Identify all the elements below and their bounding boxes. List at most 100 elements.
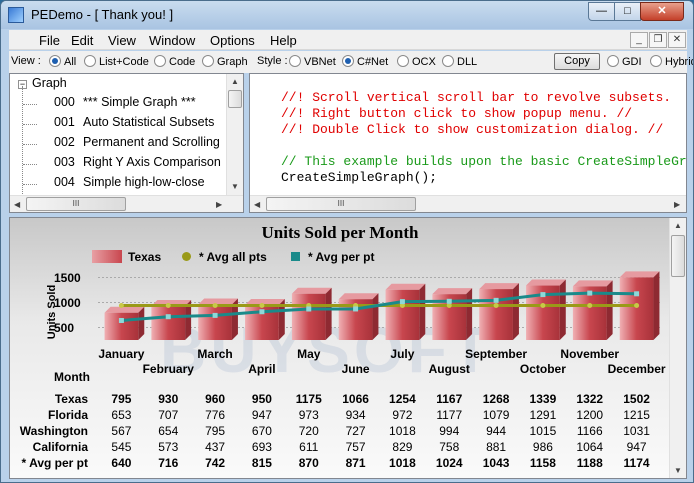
code-line: CreateSimpleGraph(); — [281, 170, 438, 185]
tree-item[interactable]: 003 Right Y Axis Comparison — [10, 155, 228, 175]
tree-item-number: 003 — [54, 155, 75, 169]
bar-top — [385, 283, 426, 290]
table-cell: 1064 — [576, 440, 604, 454]
scroll-right-icon[interactable]: ▶ — [216, 200, 222, 209]
table-cell: 1079 — [482, 408, 510, 422]
avg-per-point — [446, 298, 452, 304]
y-tick-label: 500 — [54, 320, 75, 335]
render-hybrid-radio[interactable]: Hybrid — [650, 55, 694, 68]
chart-vertical-scrollbar[interactable]: ▲ ▼ — [669, 218, 686, 478]
tree-item[interactable]: 004 Simple high-low-close — [10, 175, 228, 195]
tree-item[interactable]: 000 *** Simple Graph *** — [10, 95, 228, 115]
scroll-thumb[interactable] — [228, 90, 242, 108]
app-window: PEDemo - [ Thank you! ] — □ ✕ File Edit … — [0, 0, 694, 483]
tree-item-number: 004 — [54, 175, 75, 189]
bar-top — [432, 288, 473, 295]
table-cell: 1268 — [482, 392, 510, 406]
radio-label: List+Code — [99, 56, 149, 68]
avg-all-point — [212, 303, 218, 308]
x-tick-label: October — [519, 362, 566, 376]
table-cell: 950 — [251, 392, 272, 406]
graph-panel[interactable]: BUYSOFT Units Sold per Month Texas * Avg… — [9, 217, 687, 479]
code-horizontal-scrollbar[interactable]: ◀ III ▶ — [250, 195, 686, 212]
view-code-radio[interactable]: Code — [154, 55, 195, 68]
scroll-thumb[interactable]: III — [266, 197, 416, 211]
code-line: //! Scroll vertical scroll bar to revolv… — [281, 90, 672, 105]
title-bar: PEDemo - [ Thank you! ] — □ ✕ — [1, 1, 693, 29]
bar-side — [653, 271, 660, 340]
bar — [151, 306, 186, 340]
scroll-up-icon[interactable]: ▲ — [231, 77, 239, 86]
scroll-thumb[interactable]: III — [26, 197, 126, 211]
table-row-label: * Avg per pt — [21, 456, 88, 470]
radio-icon — [650, 55, 662, 67]
menu-edit[interactable]: Edit — [71, 33, 93, 48]
radio-icon — [342, 55, 354, 67]
table-cell: 1322 — [576, 392, 604, 406]
table-cell: 1215 — [623, 408, 650, 422]
table-cell: 871 — [345, 456, 366, 470]
close-button[interactable]: ✕ — [640, 2, 684, 21]
table-cell: 1174 — [623, 456, 650, 470]
tree-item-number: 000 — [54, 95, 75, 109]
render-gdi-radio[interactable]: GDI — [607, 55, 642, 68]
bar — [479, 289, 513, 340]
table-cell: 707 — [158, 408, 179, 422]
mdi-minimize-button[interactable]: _ — [630, 32, 648, 48]
view-all-radio[interactable]: All — [49, 55, 76, 68]
menu-options[interactable]: Options — [210, 33, 255, 48]
style-vbnet-radio[interactable]: VBNet — [289, 55, 336, 68]
scroll-thumb[interactable] — [671, 235, 685, 277]
table-cell: 573 — [158, 440, 179, 454]
menu-help[interactable]: Help — [270, 33, 297, 48]
x-tick-label: September — [465, 347, 528, 361]
code-view[interactable]: //! Scroll vertical scroll bar to revolv… — [249, 73, 687, 213]
bar — [104, 312, 139, 340]
table-cell: 881 — [486, 440, 507, 454]
view-listcode-radio[interactable]: List+Code — [84, 55, 149, 68]
copy-button[interactable]: Copy — [554, 53, 600, 70]
scroll-up-icon[interactable]: ▲ — [674, 221, 682, 230]
tree-root-graph[interactable]: Graph — [32, 76, 67, 96]
table-cell: 1291 — [529, 408, 557, 422]
scroll-left-icon[interactable]: ◀ — [254, 200, 260, 209]
scroll-left-icon[interactable]: ◀ — [14, 200, 20, 209]
table-cell: 973 — [298, 408, 319, 422]
style-ocx-radio[interactable]: OCX — [397, 55, 436, 68]
table-cell: 1177 — [436, 408, 463, 422]
radio-icon — [49, 55, 61, 67]
tree-item[interactable]: 001 Auto Statistical Subsets — [10, 115, 228, 135]
scroll-down-icon[interactable]: ▼ — [674, 466, 682, 475]
table-cell: 934 — [345, 408, 366, 422]
radio-label: Hybrid — [665, 56, 694, 68]
table-cell: 944 — [486, 424, 507, 438]
table-cell: 960 — [205, 392, 226, 406]
mdi-close-button[interactable]: ✕ — [668, 32, 686, 48]
style-dll-radio[interactable]: DLL — [442, 55, 477, 68]
x-tick-label: November — [560, 347, 620, 361]
style-csnet-radio[interactable]: C#Net — [342, 55, 388, 68]
app-icon — [8, 7, 24, 23]
bar-top — [572, 280, 613, 287]
minimize-button[interactable]: — — [588, 2, 615, 21]
tree-item[interactable]: 002 Permanent and Scrolling — [10, 135, 228, 155]
tree-vertical-scrollbar[interactable]: ▲ ▼ — [226, 74, 243, 195]
radio-label: OCX — [412, 56, 436, 68]
table-cell: 795 — [111, 392, 132, 406]
menu-bar: File Edit View Window Options Help _ ❐ ✕ — [9, 30, 687, 50]
scroll-right-icon[interactable]: ▶ — [674, 200, 680, 209]
view-graph-radio[interactable]: Graph — [202, 55, 248, 68]
menu-view[interactable]: View — [108, 33, 136, 48]
maximize-button[interactable]: □ — [614, 2, 641, 21]
avg-all-point — [540, 303, 546, 308]
menu-file[interactable]: File — [39, 33, 60, 48]
bar-side — [325, 287, 332, 340]
table-cell: 1043 — [482, 456, 510, 470]
table-cell: 670 — [251, 424, 272, 438]
radio-icon — [442, 55, 454, 67]
code-line: // This example builds upon the basic Cr… — [281, 154, 687, 169]
menu-window[interactable]: Window — [149, 33, 195, 48]
scroll-down-icon[interactable]: ▼ — [231, 182, 239, 191]
tree-horizontal-scrollbar[interactable]: ◀ III ▶ — [10, 195, 243, 212]
mdi-restore-button[interactable]: ❐ — [649, 32, 667, 48]
